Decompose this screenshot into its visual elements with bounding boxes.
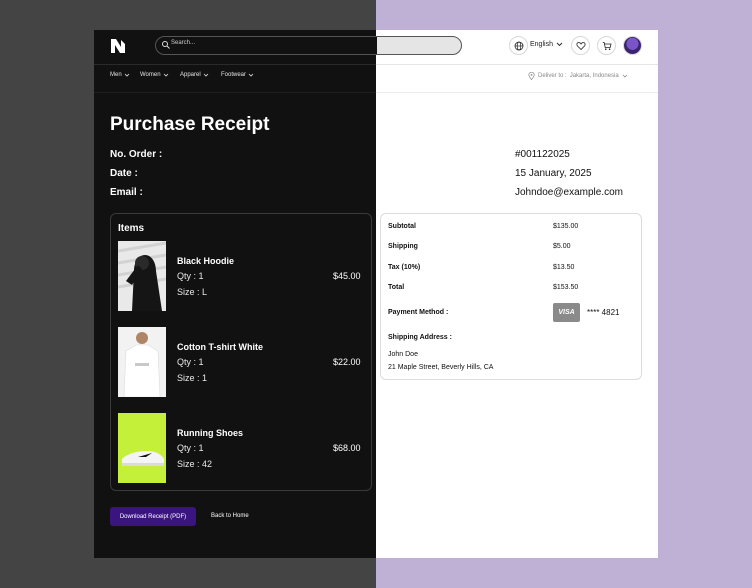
nav-item-men[interactable]: Men [110,72,130,78]
chevron-down-icon [124,73,129,77]
order-label: No. Order : [110,149,163,160]
globe-icon [514,41,523,50]
wishlist-button[interactable] [571,36,590,55]
nav-item-women[interactable]: Women [140,72,169,78]
nav-item-label: Footwear [221,72,247,78]
shipping-value: $5.00 [553,243,571,250]
search-placeholder: Search... [171,40,196,46]
items-panel: Items Black Hoodie Qty : 1 Size : L $45.… [110,213,372,491]
date-label: Date : [110,168,138,179]
back-to-home-link[interactable]: Back to Home [211,513,249,519]
subtotal-label: Subtotal [388,223,416,230]
brand-logo-icon[interactable] [110,38,126,54]
receipt-page: Search... English Men Women Apparel Foot… [94,30,658,558]
subtotal-value: $135.00 [553,223,579,230]
header-divider [94,64,658,65]
chevron-down-icon [203,73,208,77]
item-name: Running Shoes [177,428,243,438]
deliver-location: Jakarta, Indonesia [569,73,619,79]
heart-icon [575,41,586,50]
total-value: $153.50 [553,284,579,291]
items-heading: Items [118,223,145,234]
nav-item-label: Women [140,72,161,78]
item-qty: Qty : 1 [177,271,204,281]
search-input[interactable]: Search... [155,36,462,55]
item-size: Size : 1 [177,373,208,383]
order-value: #001122025 [515,149,570,160]
language-label[interactable]: English [530,41,553,48]
item-size: Size : L [177,287,208,297]
tax-value: $13.50 [553,264,575,271]
chevron-down-icon [622,74,628,78]
language-button[interactable] [509,36,528,55]
summary-panel: Subtotal $135.00 Shipping $5.00 Tax (10%… [380,213,642,380]
tax-label: Tax (10%) [388,264,421,271]
date-value: 15 January, 2025 [515,168,592,179]
total-label: Total [388,284,405,291]
deliver-to-selector[interactable]: Deliver to : Jakarta, Indonesia [528,72,628,80]
item-name: Black Hoodie [177,256,235,266]
shipping-address-label: Shipping Address : [388,334,452,341]
address-name: John Doe [388,351,418,358]
chevron-down-icon[interactable] [556,41,563,48]
search-icon [162,41,170,49]
item-price: $22.00 [333,357,361,367]
location-pin-icon [528,72,535,80]
email-label: Email : [110,187,143,198]
item-qty: Qty : 1 [177,443,204,453]
item-name: Cotton T-shirt White [177,342,263,352]
item-price: $68.00 [333,443,361,453]
address-line: 21 Maple Street, Beverly Hills, CA [388,364,494,371]
nav-item-apparel[interactable]: Apparel [180,72,209,78]
item-image-cotton-tshirt[interactable] [118,327,166,397]
cart-icon [602,41,612,50]
card-number: **** 4821 [587,308,620,317]
item-qty: Qty : 1 [177,357,204,367]
item-size: Size : 42 [177,459,213,469]
item-image-running-shoes[interactable] [118,413,166,483]
user-avatar[interactable] [623,36,642,55]
cart-button[interactable] [597,36,616,55]
nav-item-label: Men [110,72,122,78]
download-receipt-button[interactable]: Download Receipt (PDF) [110,507,196,526]
chevron-down-icon [163,73,168,77]
nav-item-label: Apparel [180,72,201,78]
nav-item-footwear[interactable]: Footwear [221,72,254,78]
deliver-label: Deliver to : [538,73,567,79]
visa-card-icon: VISA [553,303,580,322]
payment-method-label: Payment Method : [388,309,449,316]
page-title: Purchase Receipt [110,114,270,135]
nav-divider [94,92,658,93]
email-value: Johndoe@example.com [515,187,623,198]
chevron-down-icon [248,73,254,77]
item-price: $45.00 [333,271,361,281]
shipping-label: Shipping [388,243,418,250]
item-image-black-hoodie[interactable] [118,241,166,311]
